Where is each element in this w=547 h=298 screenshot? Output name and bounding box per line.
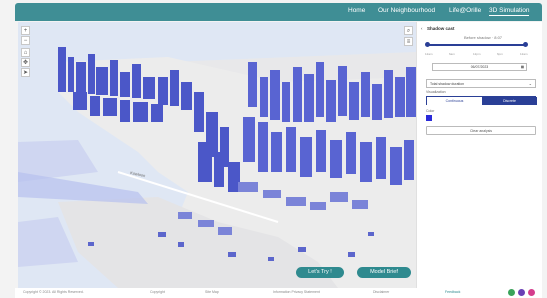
- clear-analysis-button[interactable]: Clear analysis: [426, 126, 536, 135]
- time-slider-track[interactable]: [427, 44, 527, 46]
- shadow-color-swatch[interactable]: [426, 115, 432, 121]
- calendar-icon[interactable]: ▦: [521, 64, 524, 71]
- chevron-down-icon: ⌄: [528, 81, 532, 86]
- analysis-type-select[interactable]: Total shadow duration ⌄: [426, 79, 536, 88]
- social-share-icon[interactable]: [508, 289, 515, 296]
- footer-feedback-link[interactable]: Feedback: [445, 290, 460, 294]
- date-input[interactable]: 06/07/2023 ▦: [432, 63, 527, 71]
- layers-icon[interactable]: ≡: [404, 37, 413, 46]
- compass-icon[interactable]: ➤: [21, 68, 30, 77]
- panel-title: Shadow cast: [427, 26, 455, 31]
- footer-link-copyright[interactable]: Copyright: [150, 290, 165, 294]
- toggle-discrete[interactable]: Discrete: [482, 97, 537, 105]
- nav-neighbourhood-link[interactable]: Our Neighbourhood: [378, 7, 435, 14]
- pan-tool-icon[interactable]: ✥: [21, 58, 30, 67]
- slider-tick: 12am: [520, 52, 528, 56]
- color-label: Color: [426, 109, 435, 113]
- visualization-toggle: Continuous Discrete: [426, 96, 537, 105]
- nav-home-link[interactable]: Home: [348, 7, 365, 14]
- footer: Copyright © 2023. All Rights Reserved. C…: [15, 288, 542, 298]
- nav-3d-simulation-link[interactable]: 3D Simulation: [489, 7, 530, 16]
- footer-link-disclaimer[interactable]: Disclaimer: [373, 290, 389, 294]
- zoom-out-button[interactable]: −: [21, 36, 30, 45]
- time-slider-start-handle[interactable]: [425, 42, 430, 47]
- time-label: Before shadow · 8:07: [464, 35, 503, 40]
- app-frame: Home Our Neighbourhood Life@Orille 3D Si…: [0, 0, 547, 298]
- home-view-icon[interactable]: ⌂: [21, 48, 30, 57]
- slider-tick: 12am: [425, 52, 433, 56]
- 3d-city-map[interactable]: Kowloon + − ⌂ ✥ ➤ ⌕ ≡ Let's Try ! Model …: [18, 22, 416, 288]
- nav-life-link[interactable]: Life@Orille: [449, 7, 481, 14]
- shadow-cast-panel: ‹ Shadow cast Before shadow · 8:07 12am …: [416, 22, 542, 288]
- footer-copyright-text: Copyright © 2023. All Rights Reserved.: [23, 290, 84, 294]
- lets-try-button[interactable]: Let's Try !: [296, 267, 344, 278]
- date-value: 06/07/2023: [470, 65, 489, 69]
- zoom-in-button[interactable]: +: [21, 26, 30, 35]
- slider-tick: 6pm: [497, 52, 503, 56]
- search-icon[interactable]: ⌕: [404, 26, 413, 35]
- visualization-label: Visualization: [426, 90, 446, 94]
- social-link-icon[interactable]: [528, 289, 535, 296]
- map-scene: Kowloon: [18, 22, 416, 288]
- analysis-type-value: Total shadow duration: [430, 82, 465, 86]
- model-brief-button[interactable]: Model Brief: [357, 267, 411, 278]
- panel-back-icon[interactable]: ‹: [421, 26, 423, 31]
- slider-tick: 6am: [449, 52, 455, 56]
- social-media-icon[interactable]: [518, 289, 525, 296]
- footer-link-sitemap[interactable]: Site Map: [205, 290, 219, 294]
- footer-link-privacy[interactable]: Information Privacy Statement: [273, 290, 320, 294]
- top-navigation-bar: Home Our Neighbourhood Life@Orille 3D Si…: [15, 3, 542, 21]
- toggle-continuous[interactable]: Continuous: [427, 97, 482, 105]
- time-slider-end-handle[interactable]: [523, 42, 528, 47]
- slider-tick: 12pm: [473, 52, 481, 56]
